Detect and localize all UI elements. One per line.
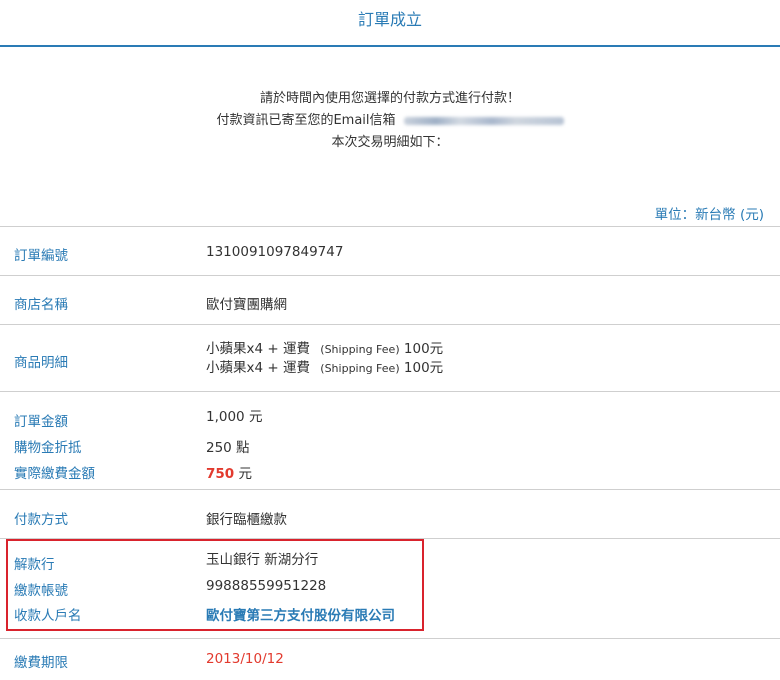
intro-line-3: 本次交易明細如下：	[331, 135, 449, 150]
intro-message: 請於時間內使用您選擇的付款方式進行付款！ 付款資訊已寄至您的Email信箱 本次…	[0, 88, 780, 154]
intro-line-2-text: 付款資訊已寄至您的Email信箱	[216, 113, 396, 128]
blurred-email	[403, 116, 564, 125]
actual-amount-unit: 元	[238, 466, 252, 482]
item-note: (Shipping Fee)	[320, 343, 400, 356]
items-list: 小蘋果x4 + 運費 (Shipping Fee) 100元 小蘋果x4 + 運…	[206, 340, 443, 378]
currency-unit: 單位：新台幣 (元)	[654, 207, 764, 223]
payment-method-label: 付款方式	[14, 512, 68, 528]
store-label: 商店名稱	[14, 297, 68, 313]
store-row: 商店名稱 歐付寶團購網	[0, 275, 780, 325]
order-number-row: 訂單編號 1310091097849747	[0, 226, 780, 276]
page-title: 訂單成立	[357, 10, 422, 29]
order-amount-label: 訂單金額	[14, 414, 68, 430]
intro-line-1: 請於時間內使用您選擇的付款方式進行付款！	[259, 91, 520, 106]
highlight-box	[6, 539, 424, 631]
actual-amount: 750 元	[206, 462, 252, 482]
item-name: 小蘋果x4 + 運費	[206, 341, 310, 357]
item-note: (Shipping Fee)	[320, 362, 400, 375]
item-price: 100元	[403, 360, 444, 376]
payment-method-row: 付款方式 銀行臨櫃繳款	[0, 489, 780, 539]
item-name: 小蘋果x4 + 運費	[206, 360, 310, 376]
payment-method-value: 銀行臨櫃繳款	[206, 512, 287, 528]
items-row: 商品明細 小蘋果x4 + 運費 (Shipping Fee) 100元 小蘋果x…	[0, 324, 780, 392]
intro-line-2: 付款資訊已寄至您的Email信箱	[0, 110, 780, 132]
order-number-label: 訂單編號	[14, 248, 68, 264]
order-number-value: 1310091097849747	[206, 244, 344, 260]
order-amount-value: 1,000 元	[206, 409, 263, 425]
deadline-value: 2013/10/12	[206, 651, 284, 667]
list-item: 小蘋果x4 + 運費 (Shipping Fee) 100元	[206, 359, 443, 378]
deadline-label: 繳費期限	[14, 655, 68, 671]
page-header: 訂單成立	[0, 0, 780, 47]
amounts-row: 訂單金額 1,000 元 購物金折抵 250 點 實際繳費金額 750 元	[0, 391, 780, 490]
items-label: 商品明細	[14, 355, 68, 371]
deadline-row: 繳費期限 2013/10/12	[0, 638, 780, 680]
discount-value: 250 點	[206, 440, 250, 456]
actual-amount-value: 750	[206, 466, 235, 482]
item-price: 100元	[403, 341, 444, 357]
list-item: 小蘋果x4 + 運費 (Shipping Fee) 100元	[206, 340, 443, 359]
store-value: 歐付寶團購網	[206, 297, 287, 313]
discount-label: 購物金折抵	[14, 440, 82, 456]
actual-amount-label: 實際繳費金額	[14, 466, 95, 482]
